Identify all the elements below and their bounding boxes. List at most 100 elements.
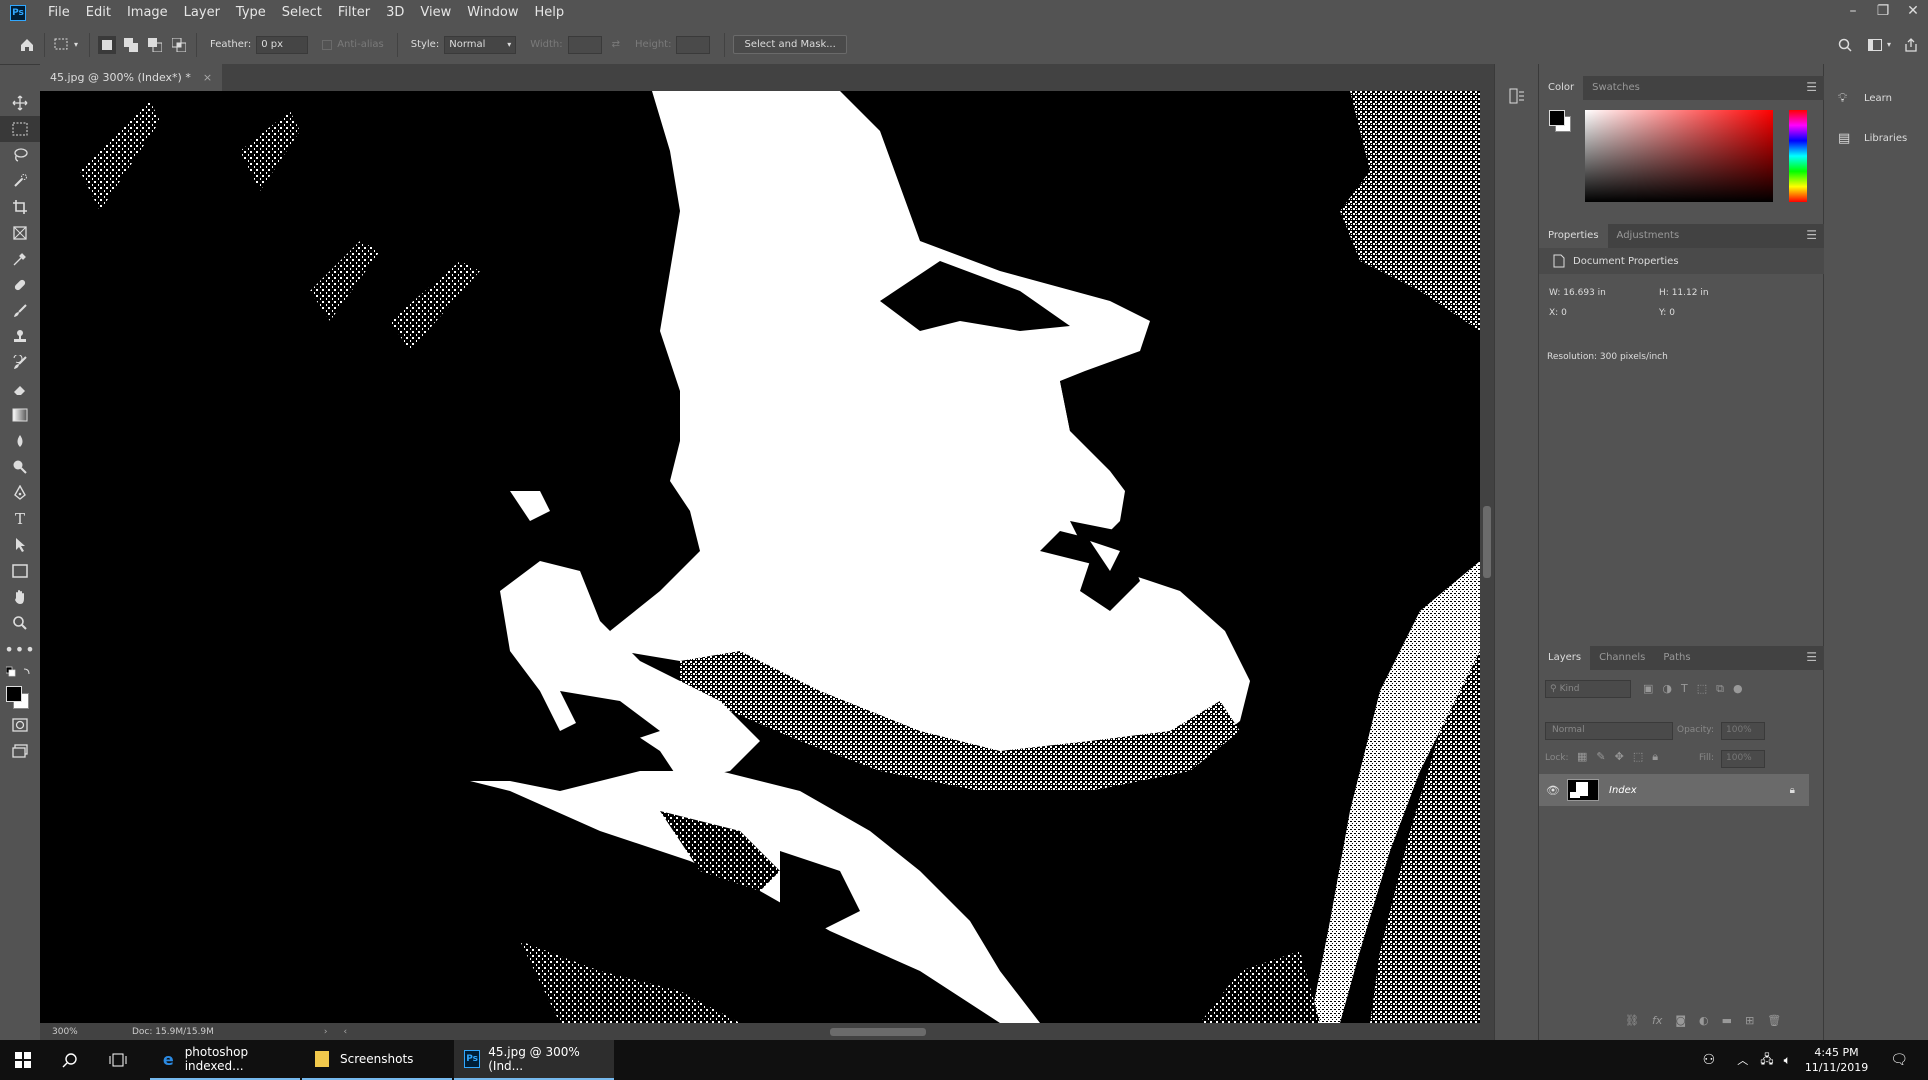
y-value[interactable]: 0 bbox=[1669, 308, 1675, 318]
fx-icon[interactable]: fx bbox=[1652, 1014, 1662, 1027]
new-group-icon[interactable]: ▬ bbox=[1722, 1014, 1732, 1027]
network-icon[interactable]: 🖧︎ bbox=[1760, 1050, 1773, 1071]
quick-mask-icon[interactable] bbox=[0, 712, 40, 738]
more-tools-icon[interactable]: ••• bbox=[0, 636, 40, 662]
subtract-from-selection-icon[interactable] bbox=[146, 36, 164, 54]
marquee-tool-icon[interactable] bbox=[0, 116, 40, 142]
menu-file[interactable]: File bbox=[40, 5, 78, 20]
new-selection-icon[interactable] bbox=[98, 35, 116, 54]
dodge-tool-icon[interactable] bbox=[0, 454, 40, 480]
color-swatches[interactable] bbox=[0, 682, 40, 712]
horizontal-scroll-thumb[interactable] bbox=[830, 1028, 926, 1036]
filter-smart-icon[interactable]: ⧉ bbox=[1716, 682, 1724, 696]
clone-stamp-tool-icon[interactable] bbox=[0, 324, 40, 350]
history-panel-icon[interactable] bbox=[1509, 88, 1538, 107]
task-view-icon[interactable] bbox=[94, 1053, 142, 1067]
history-brush-tool-icon[interactable] bbox=[0, 350, 40, 376]
people-icon[interactable]: ⚇ bbox=[1703, 1052, 1716, 1068]
restore-button[interactable]: ❐ bbox=[1868, 0, 1898, 25]
link-layers-icon[interactable]: ⛓︎ bbox=[1625, 1014, 1639, 1027]
eyedropper-tool-icon[interactable] bbox=[0, 246, 40, 272]
minimize-button[interactable]: – bbox=[1838, 0, 1868, 25]
feather-input[interactable]: 0 px bbox=[256, 35, 309, 54]
zoom-level[interactable]: 300% bbox=[52, 1027, 112, 1037]
brush-tool-icon[interactable] bbox=[0, 298, 40, 324]
new-adjustment-icon[interactable]: ◐ bbox=[1699, 1014, 1709, 1027]
hue-slider[interactable] bbox=[1789, 110, 1807, 202]
tab-paths[interactable]: Paths bbox=[1654, 646, 1699, 670]
lasso-tool-icon[interactable] bbox=[0, 142, 40, 168]
new-layer-icon[interactable]: ⊞ bbox=[1745, 1014, 1754, 1027]
status-arrow-icon[interactable]: › bbox=[324, 1027, 328, 1037]
layer-name[interactable]: Index bbox=[1609, 785, 1637, 796]
notifications-icon[interactable]: 🗨︎ bbox=[1890, 1052, 1908, 1068]
swap-icon[interactable]: ⇄ bbox=[612, 39, 620, 50]
clock[interactable]: 4:45 PM 11/11/2019 bbox=[1805, 1045, 1868, 1075]
menu-3d[interactable]: 3D bbox=[378, 5, 412, 20]
menu-window[interactable]: Window bbox=[459, 5, 526, 20]
crop-tool-icon[interactable] bbox=[0, 194, 40, 220]
learn-button[interactable]: 💡︎ Learn bbox=[1824, 78, 1928, 118]
style-select[interactable]: Normal ▾ bbox=[444, 35, 517, 54]
lock-pixels-icon[interactable]: ✎ bbox=[1596, 750, 1605, 764]
layer-row[interactable]: 👁︎ Index 🔒︎ bbox=[1539, 774, 1809, 806]
gradient-tool-icon[interactable] bbox=[0, 402, 40, 428]
menu-edit[interactable]: Edit bbox=[78, 5, 119, 20]
search-icon[interactable] bbox=[1836, 36, 1854, 54]
eye-icon[interactable]: 👁︎ bbox=[1539, 784, 1567, 797]
delete-layer-icon[interactable]: 🗑︎ bbox=[1767, 1014, 1781, 1027]
layer-filter-select[interactable]: ⚲ Kind bbox=[1545, 680, 1631, 698]
filter-pixel-icon[interactable]: ▣ bbox=[1643, 682, 1653, 696]
document-canvas[interactable] bbox=[40, 91, 1480, 1023]
tab-channels[interactable]: Channels bbox=[1590, 646, 1654, 670]
panel-menu-icon[interactable]: ☰ bbox=[1806, 650, 1817, 664]
filter-shape-icon[interactable]: ⬚ bbox=[1697, 682, 1707, 696]
swap-colors-icon[interactable] bbox=[0, 662, 40, 682]
x-value[interactable]: 0 bbox=[1561, 308, 1567, 318]
filter-adjustment-icon[interactable]: ◑ bbox=[1662, 682, 1672, 696]
foreground-color-chip[interactable] bbox=[1549, 110, 1565, 126]
vertical-scrollbar[interactable] bbox=[1480, 91, 1494, 1023]
color-field[interactable] bbox=[1585, 110, 1773, 202]
intersect-selection-icon[interactable] bbox=[170, 36, 188, 54]
pen-tool-icon[interactable] bbox=[0, 480, 40, 506]
menu-view[interactable]: View bbox=[412, 5, 459, 20]
screen-mode-icon[interactable] bbox=[0, 738, 40, 764]
rectangle-tool-icon[interactable] bbox=[0, 558, 40, 584]
frame-tool-icon[interactable] bbox=[0, 220, 40, 246]
chevron-up-icon[interactable]: ︿ bbox=[1737, 1052, 1748, 1068]
width-input[interactable] bbox=[567, 35, 602, 54]
menu-image[interactable]: Image bbox=[119, 5, 176, 20]
color-panel-swatches[interactable] bbox=[1547, 108, 1577, 138]
tab-color[interactable]: Color bbox=[1539, 76, 1584, 100]
eraser-tool-icon[interactable] bbox=[0, 376, 40, 402]
quick-selection-tool-icon[interactable] bbox=[0, 168, 40, 194]
h-value[interactable]: 11.12 in bbox=[1672, 288, 1709, 298]
blend-mode-select[interactable]: Normal bbox=[1545, 722, 1673, 740]
chevron-down-icon[interactable]: ▾ bbox=[1884, 36, 1894, 54]
tab-swatches[interactable]: Swatches bbox=[1583, 76, 1649, 100]
horizontal-scrollbar[interactable] bbox=[500, 1023, 1480, 1040]
path-selection-tool-icon[interactable] bbox=[0, 532, 40, 558]
close-tab-icon[interactable]: × bbox=[203, 71, 212, 84]
search-icon[interactable] bbox=[46, 1052, 94, 1068]
filter-type-icon[interactable]: T bbox=[1681, 682, 1688, 696]
hand-tool-icon[interactable] bbox=[0, 584, 40, 610]
tab-properties[interactable]: Properties bbox=[1539, 224, 1608, 248]
add-mask-icon[interactable]: ◙ bbox=[1675, 1014, 1686, 1027]
lock-position-icon[interactable]: ✥ bbox=[1615, 750, 1624, 764]
marquee-preset-icon[interactable] bbox=[53, 36, 71, 54]
tab-adjustments[interactable]: Adjustments bbox=[1608, 224, 1689, 248]
menu-help[interactable]: Help bbox=[527, 5, 573, 20]
libraries-button[interactable]: ▤ Libraries bbox=[1824, 118, 1928, 158]
lock-artboard-icon[interactable]: ⬚ bbox=[1633, 750, 1643, 764]
taskbar-app-explorer[interactable]: Screenshots bbox=[302, 1040, 452, 1080]
taskbar-app-edge[interactable]: e photoshop indexed... bbox=[150, 1040, 300, 1080]
zoom-tool-icon[interactable] bbox=[0, 610, 40, 636]
fill-input[interactable]: 100% bbox=[1721, 750, 1765, 768]
workspace-icon[interactable] bbox=[1866, 36, 1884, 54]
add-to-selection-icon[interactable] bbox=[122, 36, 140, 54]
panel-menu-icon[interactable]: ☰ bbox=[1806, 228, 1817, 242]
document-tab[interactable]: 45.jpg @ 300% (Index*) * × bbox=[40, 64, 223, 91]
height-input[interactable] bbox=[676, 35, 711, 54]
